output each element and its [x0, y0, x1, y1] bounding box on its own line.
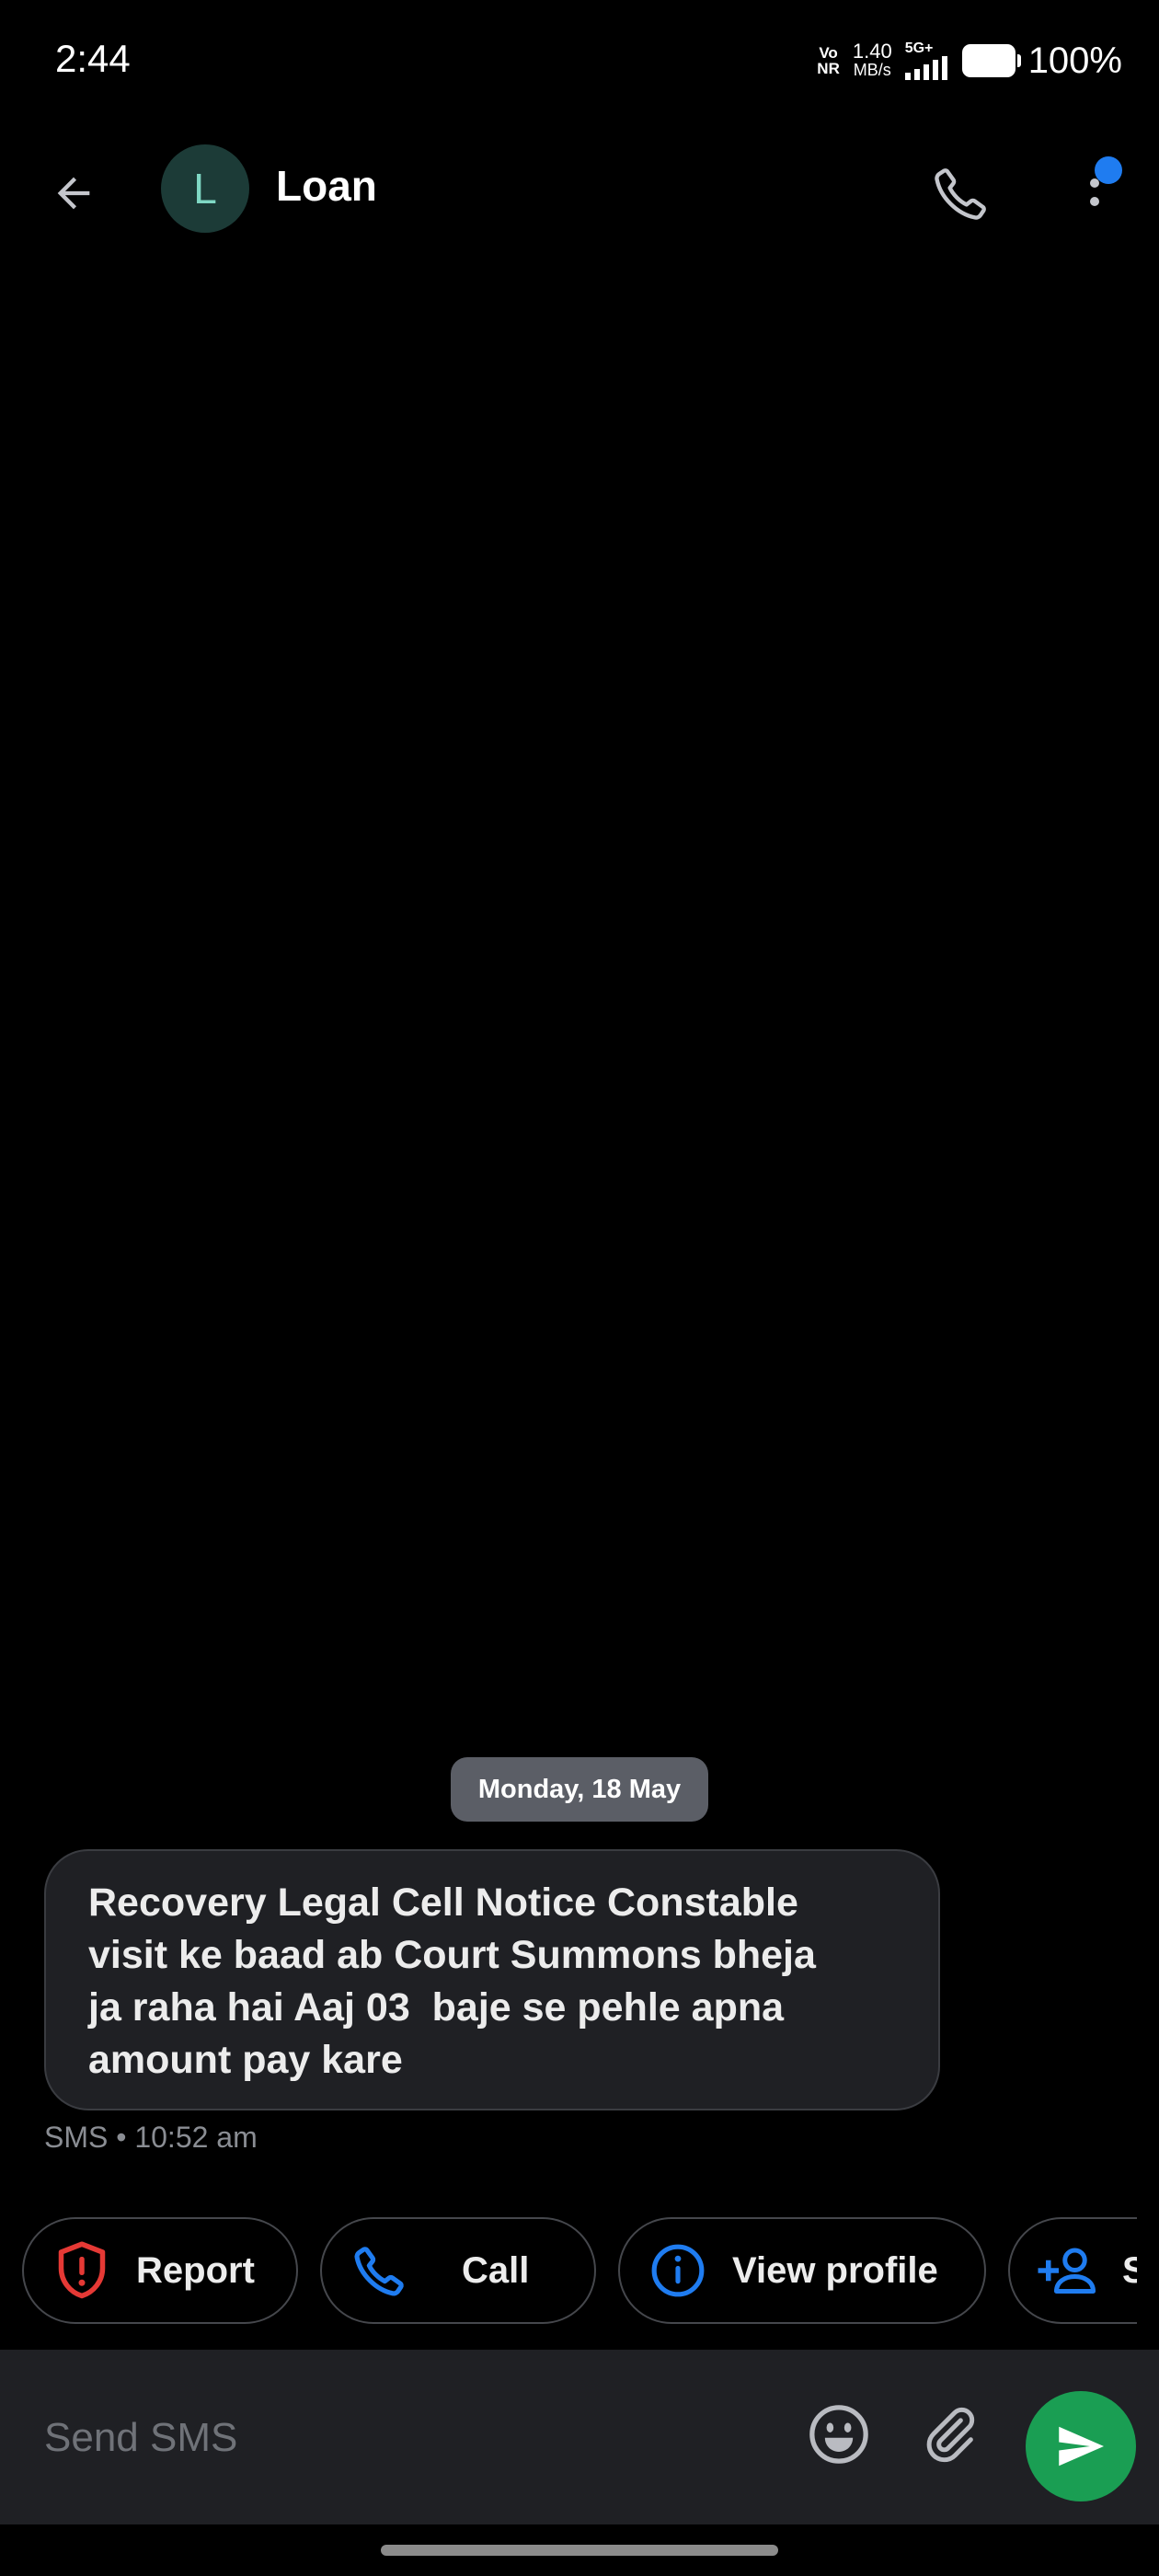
date-separator: Monday, 18 May: [451, 1757, 708, 1822]
battery-percent: 100%: [1027, 40, 1122, 81]
call-chip[interactable]: Call: [320, 2217, 596, 2324]
status-icons: Vo NR 1.40 MB/s 5G+ 100%: [817, 35, 1122, 86]
emoji-button[interactable]: [800, 2396, 878, 2473]
volte-indicator: Vo NR: [817, 44, 840, 77]
notification-dot: [1095, 156, 1122, 184]
status-bar: 2:44 Vo NR 1.40 MB/s 5G+ 100%: [0, 0, 1159, 124]
report-chip[interactable]: Report: [22, 2217, 298, 2324]
report-chip-label: Report: [136, 2249, 255, 2291]
phone-icon: [348, 2238, 412, 2303]
contact-name[interactable]: Loan: [276, 161, 377, 211]
view-profile-chip[interactable]: View profile: [618, 2217, 986, 2324]
attach-button[interactable]: [911, 2396, 988, 2473]
send-button[interactable]: [1026, 2391, 1136, 2501]
phone-icon: [935, 168, 986, 220]
view-profile-chip-label: View profile: [732, 2249, 938, 2291]
save-contact-chip-label: S: [1122, 2249, 1137, 2291]
paperclip-icon: [926, 2407, 975, 2463]
compose-bar: Send SMS: [0, 2350, 1159, 2524]
message-meta: SMS • 10:52 am: [44, 2121, 258, 2154]
emoji-icon: [809, 2405, 868, 2464]
back-button[interactable]: [37, 156, 110, 230]
status-time: 2:44: [55, 37, 131, 80]
info-icon: [646, 2238, 710, 2303]
home-indicator[interactable]: [381, 2545, 778, 2556]
arrow-back-icon: [57, 177, 90, 210]
message-input[interactable]: Send SMS: [44, 2401, 762, 2475]
call-chip-label: Call: [462, 2249, 530, 2291]
person-add-icon: [1036, 2238, 1100, 2303]
conversation-header: L Loan: [0, 124, 1159, 253]
send-icon: [1059, 2426, 1104, 2467]
message-bubble[interactable]: Recovery Legal Cell Notice Constable vis…: [44, 1849, 940, 2110]
shield-alert-icon: [50, 2238, 114, 2303]
signal-icon: 5G+: [904, 41, 949, 80]
avatar[interactable]: L: [161, 144, 249, 233]
message-text: Recovery Legal Cell Notice Constable vis…: [88, 1880, 816, 2082]
battery-icon: [961, 44, 1021, 77]
suggestion-chips: Report Call View profile S: [0, 2217, 1137, 2328]
net-speed: 1.40 MB/s: [852, 40, 892, 80]
call-button[interactable]: [920, 152, 1003, 235]
save-contact-chip[interactable]: S: [1008, 2217, 1137, 2324]
